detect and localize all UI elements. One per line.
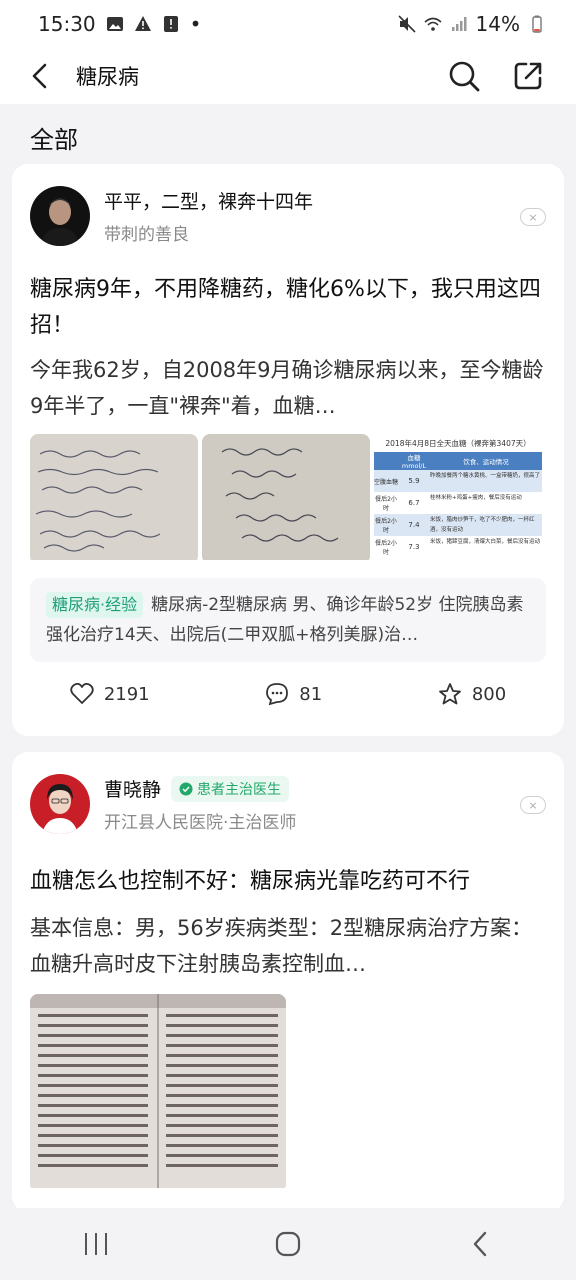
like-button[interactable]: 2191 xyxy=(70,683,150,705)
author-subtitle: 开江县人民医院·主治医师 xyxy=(104,813,297,833)
post-image-table[interactable]: 2018年4月8日全天血糖（裸奔第3407天） 血糖 mmol/L 饮食、运动情… xyxy=(374,434,542,560)
warning-icon xyxy=(134,16,151,31)
dismiss-button[interactable]: × xyxy=(520,796,546,814)
post-image[interactable] xyxy=(202,434,370,564)
battery-icon xyxy=(532,15,542,33)
system-back-button[interactable] xyxy=(450,1219,510,1269)
heart-icon xyxy=(70,683,94,704)
signal-icon xyxy=(451,17,467,31)
table-row: 餐后2小时 7.3 米饭，猪蹄豆腐，清爆大白菜，餐后没有运动 xyxy=(374,536,542,558)
doctor-badge: 患者主治医生 xyxy=(171,775,290,802)
post-author: 平平，二型，裸奔十四年 带刺的善良 × xyxy=(12,164,564,246)
share-icon xyxy=(514,62,542,90)
page-title: 糖尿病 xyxy=(76,65,139,89)
top-bar: 糖尿病 xyxy=(0,48,576,104)
post-card[interactable]: 曹晓静 患者主治医生 开江县人民医院·主治医师 × 血糖怎么也控制不好：糖尿病光… xyxy=(12,752,564,1212)
avatar[interactable] xyxy=(30,186,90,246)
author-name[interactable]: 曹晓静 xyxy=(104,775,161,802)
comment-count: 81 xyxy=(299,683,323,705)
post-title[interactable]: 血糖怎么也控制不好：糖尿病光靠吃药可不行 xyxy=(12,864,564,900)
table-header: 血糖 mmol/L xyxy=(401,454,427,470)
share-button[interactable] xyxy=(510,58,546,94)
post-image[interactable] xyxy=(30,434,198,564)
wifi-icon xyxy=(424,17,442,31)
post-card[interactable]: 平平，二型，裸奔十四年 带刺的善良 × 糖尿病9年，不用降糖药，糖化6%以下，我… xyxy=(12,164,564,736)
back-icon xyxy=(473,1231,487,1257)
status-time: 15:30 xyxy=(38,12,96,36)
mute-icon xyxy=(397,15,416,33)
topic-tag[interactable]: 糖尿病·经验 xyxy=(46,592,144,618)
post-image[interactable] xyxy=(30,994,286,1192)
home-icon xyxy=(275,1231,301,1257)
table-header: 饮食、运动情况 xyxy=(463,458,509,466)
recents-button[interactable] xyxy=(66,1219,126,1269)
comment-icon xyxy=(266,683,289,706)
recents-icon xyxy=(85,1233,107,1255)
back-button[interactable] xyxy=(10,48,70,104)
star-icon xyxy=(438,683,461,705)
dismiss-button[interactable]: × xyxy=(520,208,546,226)
table-title: 2018年4月8日全天血糖（裸奔第3407天） xyxy=(385,439,531,448)
back-arrow-icon xyxy=(32,63,47,89)
check-circle-icon xyxy=(179,782,193,795)
post-actions: 2191 81 800 xyxy=(12,682,564,706)
author-name[interactable]: 平平，二型，裸奔十四年 xyxy=(104,187,313,214)
favorite-count: 800 xyxy=(471,683,507,705)
system-nav-bar xyxy=(0,1208,576,1280)
section-label: 全部 xyxy=(30,126,78,154)
status-dot: • xyxy=(189,12,202,36)
battery-level: 14% xyxy=(475,12,520,36)
like-count: 2191 xyxy=(103,683,150,705)
home-button[interactable] xyxy=(258,1219,318,1269)
table-row: 餐后2小时 6.7 桂林米粉+鸡蛋+瘦肉，餐后没有运动 xyxy=(374,492,542,514)
status-bar: 15:30 • 14% xyxy=(0,0,576,48)
table-row: 空腹血糖 5.9 昨晚加餐两个糖水黄桃、一盒带糖奶，很高了 xyxy=(374,470,542,492)
comment-button[interactable]: 81 xyxy=(265,682,322,706)
gallery-icon xyxy=(106,17,123,31)
alert-icon xyxy=(163,16,178,32)
avatar[interactable] xyxy=(30,774,90,834)
post-images xyxy=(12,994,564,1192)
author-subtitle: 带刺的善良 xyxy=(104,225,189,245)
post-excerpt[interactable]: 今年我62岁，自2008年9月确诊糖尿病以来，至今糖龄9年半了，一直"裸奔"着，… xyxy=(12,352,564,424)
table-row: 餐后2小时 7.4 米饭，腊肉炒笋干，吃了不少肥肉，一杯红酒，没有运动 xyxy=(374,514,542,536)
post-author: 曹晓静 患者主治医生 开江县人民医院·主治医师 × xyxy=(12,752,564,834)
search-icon xyxy=(449,61,480,92)
post-title[interactable]: 糖尿病9年，不用降糖药，糖化6%以下，我只用这四招！ xyxy=(12,272,564,344)
favorite-button[interactable]: 800 xyxy=(438,682,506,706)
post-excerpt[interactable]: 基本信息：男，56岁疾病类型：2型糖尿病治疗方案：血糖升高时皮下注射胰岛素控制血… xyxy=(12,910,564,982)
post-images: 2018年4月8日全天血糖（裸奔第3407天） 血糖 mmol/L 饮食、运动情… xyxy=(12,434,564,564)
topic-tag-box[interactable]: 糖尿病·经验 糖尿病-2型糖尿病 男、确诊年龄52岁 住院胰岛素强化治疗14天、出… xyxy=(30,578,546,662)
search-button[interactable] xyxy=(446,58,482,94)
